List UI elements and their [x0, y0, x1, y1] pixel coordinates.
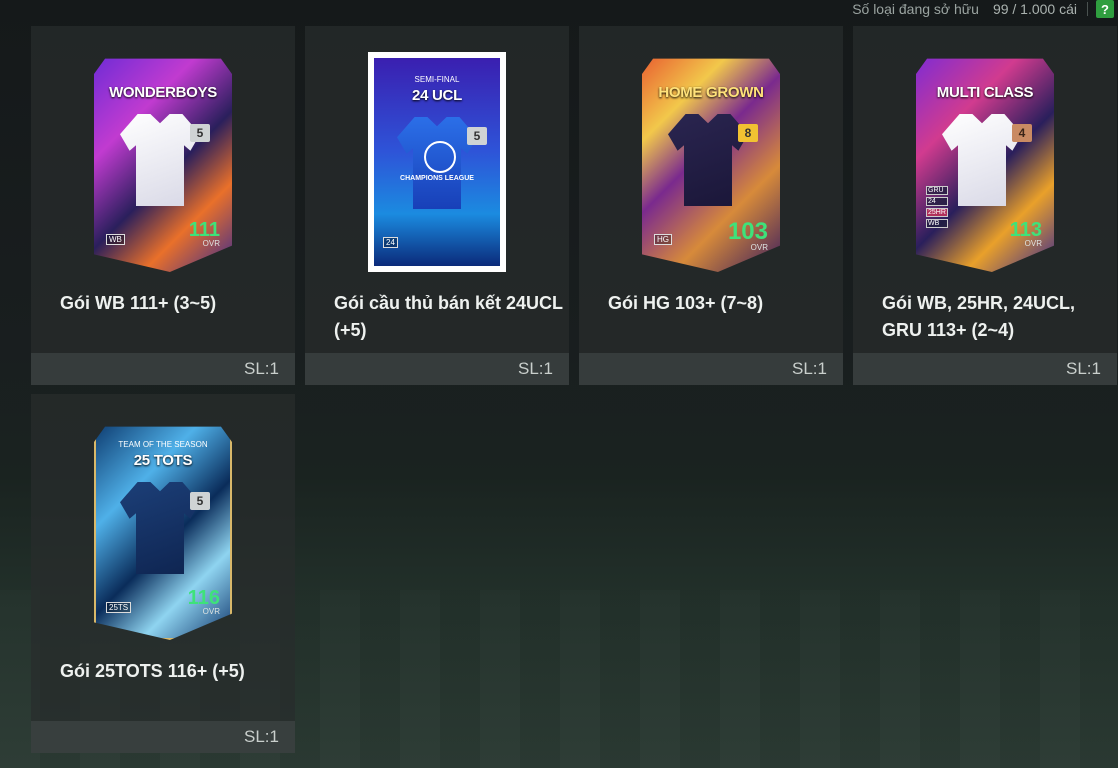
- card-subtitle: TEAM OF THE SEASON: [118, 440, 208, 449]
- pack-quantity: SL:1: [244, 359, 279, 378]
- pack-name: Gói cầu thủ bán kết 24UCL (+5): [334, 293, 563, 340]
- ovr-value: 103: [727, 218, 768, 245]
- card-level-badge: 5: [190, 492, 210, 510]
- champions-league-logo-icon: [424, 141, 456, 173]
- pack-quantity-bar: SL:1: [579, 353, 843, 385]
- divider: [1087, 2, 1088, 16]
- owned-summary-bar: Số loại đang sở hữu 99 / 1.000 cái ?: [852, 0, 1118, 18]
- pack-card-image: SEMI-FINAL 24 UCL CHAMPIONS LEAGUE 5 24: [368, 52, 506, 272]
- card-ovr: 103 OVR: [728, 220, 768, 252]
- class-badge: WB: [926, 219, 948, 228]
- pack-quantity-bar: SL:1: [31, 721, 295, 753]
- card-level-badge: 5: [467, 127, 487, 145]
- ovr-label: OVR: [202, 239, 220, 248]
- ovr-label: OVR: [750, 243, 768, 252]
- card-class-badge: 25TS: [106, 602, 132, 613]
- card-title: 25 TOTS: [133, 452, 193, 469]
- class-badge: 24: [926, 197, 948, 206]
- card-level-badge: 5: [190, 124, 210, 142]
- pack-card-image: TEAM OF THE SEASON 25 TOTS 5 25TS 116 OV…: [94, 420, 232, 640]
- pack-quantity: SL:1: [518, 359, 553, 378]
- ovr-label: OVR: [1024, 239, 1042, 248]
- pack-tile[interactable]: MULTI CLASS 4 GRU 24 25HR WB 113 OVR Gói…: [853, 26, 1117, 385]
- ovr-label: OVR: [202, 607, 220, 616]
- pack-tile[interactable]: SEMI-FINAL 24 UCL CHAMPIONS LEAGUE 5 24 …: [305, 26, 569, 385]
- card-title: WONDERBOYS: [109, 84, 217, 101]
- pack-tile[interactable]: WONDERBOYS 5 WB 111 OVR Gói WB 111+ (3~5…: [31, 26, 295, 385]
- help-button[interactable]: ?: [1096, 0, 1114, 18]
- pack-card-image: HOME GROWN 8 HG 103 OVR: [642, 52, 780, 272]
- pack-quantity: SL:1: [792, 359, 827, 378]
- ovr-value: 113: [1009, 219, 1042, 241]
- card-level-badge: 8: [738, 124, 758, 142]
- ovr-value: 116: [187, 587, 220, 609]
- pack-quantity: SL:1: [1066, 359, 1101, 378]
- pack-name: Gói 25TOTS 116+ (+5): [60, 661, 245, 681]
- class-badge: 25HR: [926, 208, 948, 217]
- pack-name: Gói WB 111+ (3~5): [60, 293, 217, 313]
- card-title: HOME GROWN: [658, 84, 764, 101]
- pack-quantity: SL:1: [244, 727, 279, 746]
- pack-quantity-bar: SL:1: [305, 353, 569, 385]
- card-ovr: 111 OVR: [189, 220, 220, 248]
- class-badge: GRU: [926, 186, 948, 195]
- card-class-badge: WB: [106, 234, 125, 245]
- pack-name: Gói WB, 25HR, 24UCL, GRU 113+ (2~4): [882, 293, 1076, 340]
- pack-card-image: WONDERBOYS 5 WB 111 OVR: [94, 52, 232, 272]
- pack-quantity-bar: SL:1: [853, 353, 1117, 385]
- pack-tile[interactable]: TEAM OF THE SEASON 25 TOTS 5 25TS 116 OV…: [31, 394, 295, 753]
- card-ovr: 116 OVR: [188, 588, 220, 616]
- pack-grid: WONDERBOYS 5 WB 111 OVR Gói WB 111+ (3~5…: [31, 26, 1118, 753]
- ovr-value: 111: [188, 219, 220, 241]
- card-subtitle: SEMI-FINAL: [414, 75, 460, 84]
- owned-label: Số loại đang sở hữu: [852, 1, 979, 17]
- card-class-badge: 24: [383, 237, 398, 248]
- card-ovr: 113 OVR: [1010, 220, 1042, 248]
- card-level-badge: 4: [1012, 124, 1032, 142]
- logo-text: CHAMPIONS LEAGUE: [400, 175, 474, 182]
- pack-quantity-bar: SL:1: [31, 353, 295, 385]
- card-title: MULTI CLASS: [936, 84, 1034, 101]
- card-class-badge: HG: [654, 234, 672, 245]
- card-title: 24 UCL: [412, 87, 462, 104]
- card-class-badges: GRU 24 25HR WB: [926, 186, 948, 228]
- pack-name: Gói HG 103+ (7~8): [608, 293, 764, 313]
- pack-card-image: MULTI CLASS 4 GRU 24 25HR WB 113 OVR: [916, 52, 1054, 272]
- pack-tile[interactable]: HOME GROWN 8 HG 103 OVR Gói HG 103+ (7~8…: [579, 26, 843, 385]
- owned-count: 99 / 1.000 cái: [992, 1, 1077, 17]
